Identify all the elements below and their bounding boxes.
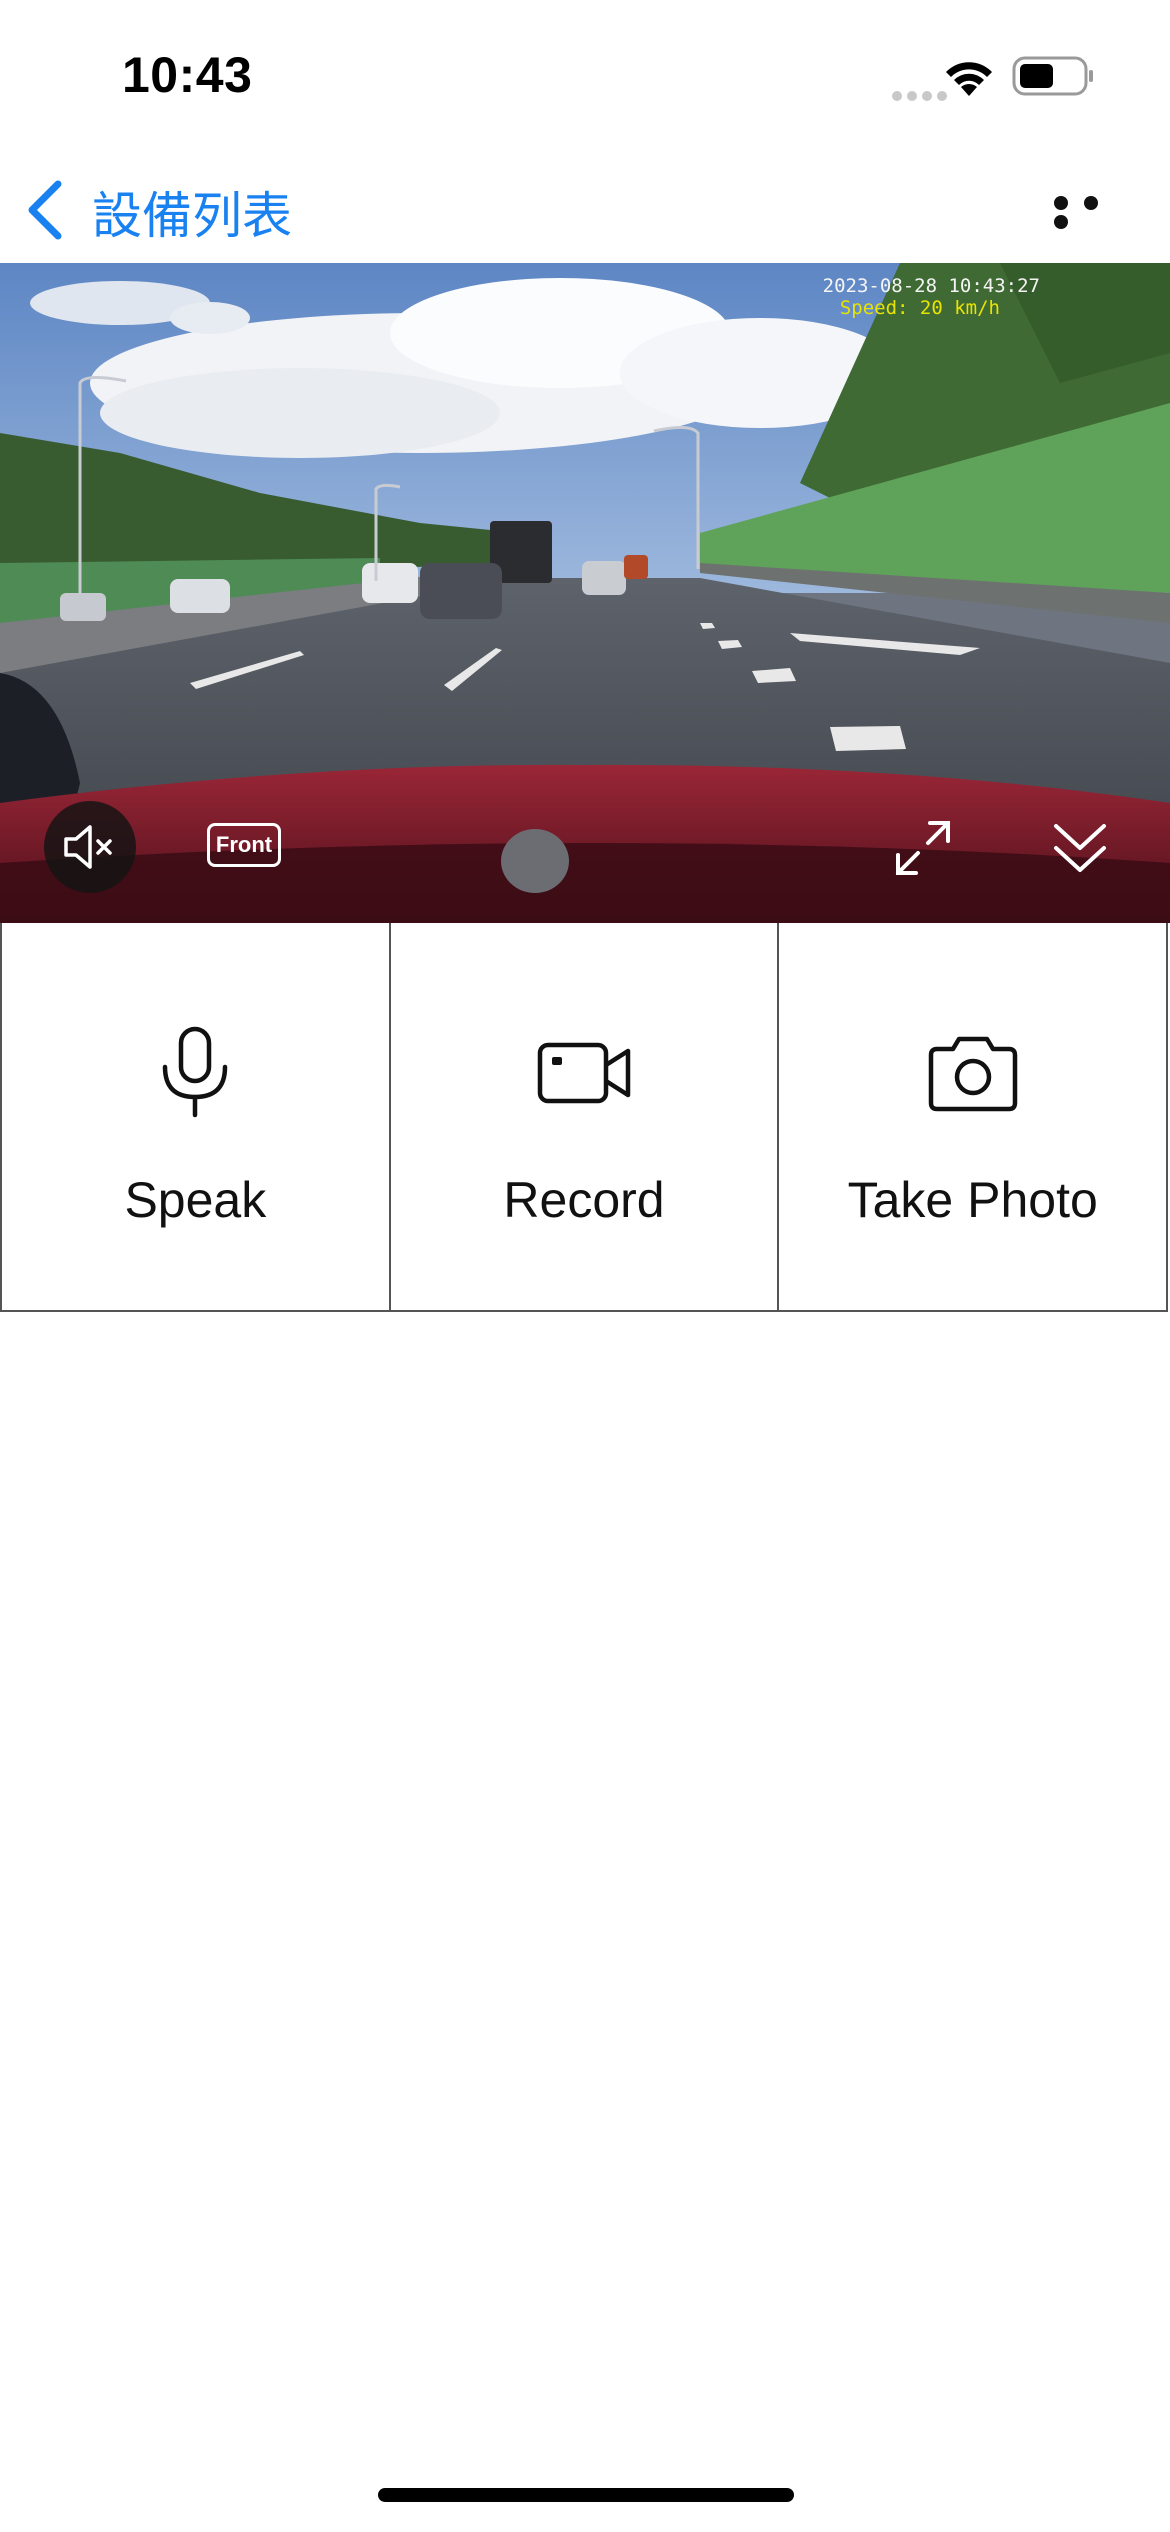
- collapse-chevron-icon[interactable]: [1050, 818, 1110, 880]
- overlay-speed: Speed: 20 km/h: [839, 297, 1000, 319]
- dashcam-scene: [0, 263, 1170, 923]
- dot-icon: [1054, 215, 1068, 229]
- dot-icon: [1054, 196, 1068, 210]
- expand-icon[interactable]: [890, 815, 956, 881]
- record-button[interactable]: Record: [388, 923, 778, 1310]
- overlay-timestamp: 2023-08-28 10:43:27: [822, 275, 1040, 297]
- take-photo-label: Take Photo: [847, 1172, 1098, 1228]
- speak-button[interactable]: Speak: [0, 923, 389, 1310]
- home-indicator[interactable]: [378, 2488, 794, 2502]
- battery-icon: [1012, 56, 1093, 96]
- back-chevron-icon[interactable]: [22, 178, 66, 242]
- wifi-icon: [946, 62, 992, 96]
- nav-bar: 設備列表: [0, 160, 1170, 264]
- status-time: 10:43: [122, 47, 253, 103]
- mute-icon: [64, 825, 112, 869]
- mute-button[interactable]: [44, 801, 136, 893]
- action-grid: Speak Record Take Photo: [0, 923, 1169, 1312]
- front-camera-button[interactable]: Front: [207, 823, 281, 867]
- camera-icon: [928, 1036, 1017, 1112]
- more-options-button[interactable]: [1054, 196, 1134, 229]
- speak-label: Speak: [124, 1172, 267, 1228]
- screen: 10:43 設備列表 2023-08-28 10:43:27 Speed: 20…: [0, 0, 1170, 2532]
- dot-icon: [1084, 196, 1098, 210]
- record-label: Record: [503, 1172, 665, 1228]
- back-button[interactable]: 設備列表: [92, 176, 292, 248]
- take-photo-button[interactable]: Take Photo: [777, 923, 1169, 1310]
- video-camera-icon: [537, 1042, 631, 1104]
- live-video-view[interactable]: 2023-08-28 10:43:27 Speed: 20 km/h Front: [0, 263, 1170, 923]
- microphone-icon: [163, 1026, 228, 1118]
